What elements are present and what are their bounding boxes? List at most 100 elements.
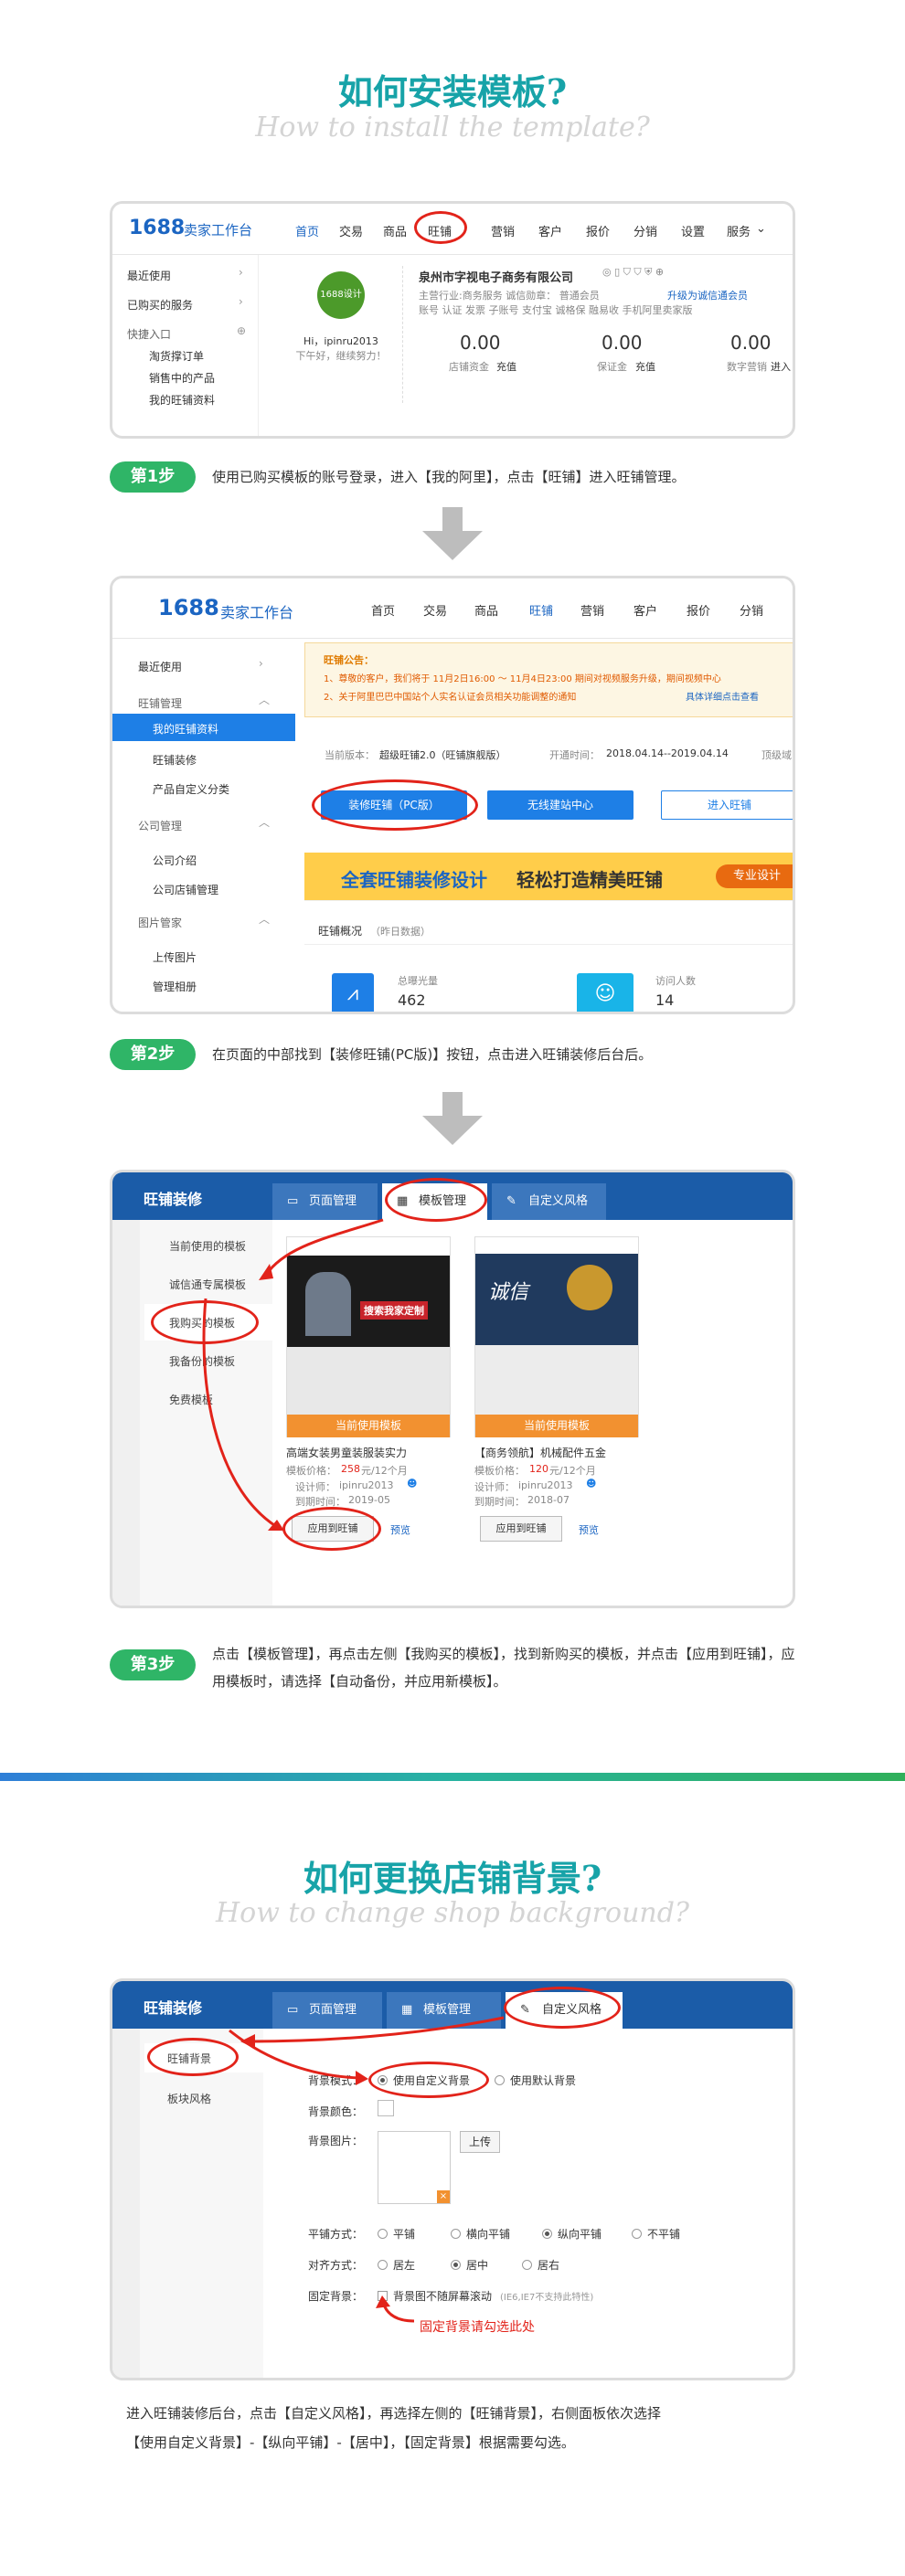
screenshot-background-settings: 旺铺装修 ▭ 页面管理 ▦ 模板管理 ✎ 自定义风格 旺铺背景 板块风格 背景模式： …: [110, 1978, 795, 2380]
side-bought[interactable]: 已购买的服务: [127, 297, 193, 313]
section-subtitle-background: How to change shop background?: [215, 1897, 690, 1929]
top-nav: 1688 卖家工作台 首页 交易 商品 旺铺 营销 客户 报价 分销 设置 服务…: [112, 204, 793, 255]
enter-shop-button[interactable]: 进入旺铺: [661, 790, 793, 820]
version-value: 超级旺铺2.0（旺铺旗舰版）: [379, 749, 506, 761]
notice-2: 2、关于阿里巴巴中国站个人实名认证会员相关功能调整的通知: [324, 693, 577, 703]
sidebar: 最近使用 › 旺铺管理 ︿ 我的旺铺资料 旺铺装修 产品自定义分类 公司管理 ︿…: [112, 639, 295, 1012]
side-album[interactable]: 管理相册: [153, 979, 197, 994]
notice-box: 旺铺公告： 1、尊敬的客户，我们将于 11月2日16:00 ～ 11月4日23:…: [304, 642, 793, 717]
stat-deposit-label: 保证金: [597, 361, 627, 373]
promo-banner[interactable]: 全套旺铺装修设计 轻松打造精美旺铺 专业设计: [304, 853, 793, 900]
nav-goods[interactable]: 商品: [474, 601, 498, 619]
final-line-2: 【使用自定义背景】-【纵向平铺】-【居中】，【固定背景】根据需要勾选。: [126, 2434, 575, 2451]
nav-distribute[interactable]: 分销: [634, 222, 657, 239]
divider: [304, 900, 793, 901]
notice-title: 旺铺公告：: [324, 654, 374, 666]
stat-exposure-value: 462: [398, 991, 426, 1009]
open-time-value: 2018.04.14--2019.04.14: [606, 747, 729, 759]
greeting: Hi，ipinru2013: [303, 335, 378, 347]
side-category[interactable]: 产品自定义分类: [153, 781, 229, 797]
gear-icon[interactable]: ⊕: [237, 324, 246, 337]
version-label: 当前版本：: [325, 749, 375, 761]
stat-fund-action[interactable]: 充值: [496, 359, 516, 374]
chevron-up-icon[interactable]: ︿: [259, 692, 270, 707]
side-company-mgmt[interactable]: 公司管理: [138, 818, 182, 833]
nav-customer[interactable]: 客户: [634, 601, 657, 619]
logo-1688[interactable]: 1688: [158, 595, 219, 620]
nav-distribute[interactable]: 分销: [740, 601, 763, 619]
avatar[interactable]: 1688设计: [317, 271, 365, 319]
upgrade-link[interactable]: 升级为诚信通会员: [667, 288, 748, 302]
highlight-ellipse: [312, 779, 478, 831]
top-nav: 1688 卖家工作台 首页 交易 商品 旺铺 营销 客户 报价 分销: [112, 578, 793, 639]
stat-visitors-label: 访问人数: [655, 975, 696, 987]
nav-shop[interactable]: 旺铺: [529, 601, 553, 619]
final-line-1: 进入旺铺装修后台，点击【自定义风格】，再选择左侧的【旺铺背景】，右侧面板依次选择: [126, 2405, 662, 2422]
wireless-button[interactable]: 无线建站中心: [487, 790, 634, 820]
side-recent[interactable]: 最近使用: [138, 659, 182, 674]
stat-fund-label: 店铺资金: [449, 361, 489, 373]
side-decorate[interactable]: 旺铺装修: [153, 752, 197, 768]
side-company-intro[interactable]: 公司介绍: [153, 853, 197, 868]
overview-sub: （昨日数据）: [370, 926, 431, 938]
banner-text: 全套旺铺装修设计: [341, 869, 487, 891]
nav-settings[interactable]: 设置: [681, 222, 705, 239]
company-name[interactable]: 泉州市字视电子商务有限公司: [419, 268, 573, 285]
divider: [304, 944, 793, 945]
chevron-right-icon: ›: [259, 657, 263, 670]
nav-quote[interactable]: 报价: [586, 222, 610, 239]
banner-bold: 轻松打造精美旺铺: [516, 869, 663, 891]
nav-service[interactable]: 服务: [727, 222, 751, 239]
chevron-up-icon[interactable]: ︿: [259, 814, 270, 830]
screenshot-shop-management: 1688 卖家工作台 首页 交易 商品 旺铺 营销 客户 报价 分销 最近使用 …: [110, 576, 795, 1014]
stat-marketing-action[interactable]: 进入: [771, 359, 791, 374]
side-my-shop[interactable]: 我的旺铺资料: [153, 721, 218, 737]
stat-marketing-label: 数字营销: [727, 361, 767, 373]
nav-trade[interactable]: 交易: [339, 222, 363, 239]
nav-trade[interactable]: 交易: [423, 601, 447, 619]
nav-goods[interactable]: 商品: [383, 222, 407, 239]
domain-label: 顶级域: [761, 749, 792, 761]
side-upload[interactable]: 上传图片: [153, 949, 197, 965]
nav-home[interactable]: 首页: [371, 601, 395, 619]
logo-text: 卖家工作台: [220, 604, 294, 621]
chevron-up-icon[interactable]: ︿: [259, 911, 270, 927]
step1-label: 第1步: [110, 461, 196, 493]
nav-marketing[interactable]: 营销: [491, 222, 515, 239]
side-shop-mgmt[interactable]: 旺铺管理: [138, 695, 182, 711]
notice-2-link[interactable]: 具体详细点击查看: [686, 689, 759, 703]
banner-tag: 专业设计: [716, 864, 793, 888]
side-shortcut: 快捷入口: [127, 328, 172, 341]
open-time-label: 开通时间：: [549, 749, 600, 761]
nav-customer[interactable]: 客户: [538, 222, 562, 239]
step2-label: 第2步: [110, 1039, 196, 1070]
side-link-1[interactable]: 淘货撑订单: [149, 348, 204, 364]
nav-marketing[interactable]: 营销: [580, 601, 604, 619]
stat-fund-value: 0.00: [460, 332, 501, 354]
step1-text: 使用已购买模板的账号登录，进入【我的阿里】，点击【旺铺】进入旺铺管理。: [212, 469, 686, 485]
section-divider: [0, 1773, 905, 1781]
chevron-right-icon: ›: [239, 295, 243, 308]
stat-visitors-value: 14: [655, 991, 675, 1009]
side-company-store[interactable]: 公司店铺管理: [153, 882, 218, 897]
chevron-right-icon: ›: [239, 266, 243, 279]
account-links[interactable]: 账号 认证 发票 子账号 支付宝 诚格保 融易收 手机阿里卖家版: [419, 302, 692, 317]
notice-1: 1、尊敬的客户，我们将于 11月2日16:00 ～ 11月4日23:00 期间对…: [324, 674, 721, 684]
section-title-background: 如何更换店铺背景?: [303, 1858, 602, 1899]
nav-quote[interactable]: 报价: [687, 601, 710, 619]
stat-exposure-label: 总曝光量: [398, 975, 438, 987]
side-recent[interactable]: 最近使用: [127, 268, 171, 283]
chevron-down-icon[interactable]: ⌄: [756, 222, 766, 236]
step3-text: 点击【模板管理】，再点击左侧【我购买的模板】，找到新购买的模板，并点击【应用到旺…: [212, 1646, 795, 1690]
chart-icon: ⩘: [332, 973, 374, 1012]
stat-deposit-action[interactable]: 充值: [635, 359, 655, 374]
nav-home[interactable]: 首页: [295, 222, 319, 239]
logo-1688[interactable]: 1688: [129, 217, 185, 239]
screenshot-template-management: 旺铺装修 ▭ 页面管理 ▦ 模板管理 ✎ 自定义风格 当前使用的模板 诚信通专属模板 …: [110, 1170, 795, 1608]
side-link-3[interactable]: 我的旺铺资料: [149, 392, 215, 408]
annotation-arrows: [202, 1218, 384, 1531]
step2-text: 在页面的中部找到【装修旺铺(PC版)】按钮，点击进入旺铺装修后台后。: [212, 1046, 653, 1063]
side-link-2[interactable]: 销售中的产品: [149, 370, 215, 386]
side-images[interactable]: 图片管家: [138, 915, 182, 930]
step3-label: 第3步: [110, 1649, 196, 1680]
